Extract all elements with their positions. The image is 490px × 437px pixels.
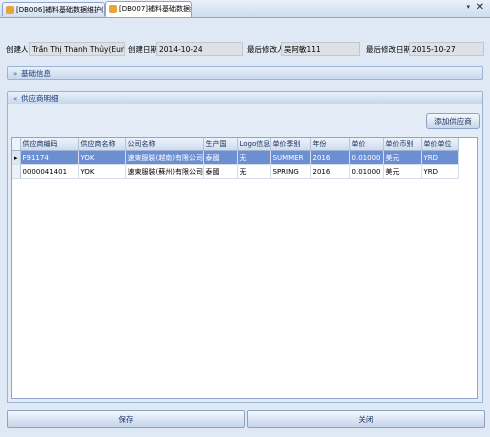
tab-db007[interactable]: [DB007]補料基础数据维护创建页] — [105, 1, 192, 17]
cell-unit-price[interactable]: 0.01000 — [349, 150, 384, 165]
cell-supplier-code[interactable]: 0000041401 — [20, 164, 79, 179]
table-row[interactable]: ▸ F91174 YOK 速東服裝(越南)有限公司 泰國 无 SUMMER 20… — [12, 150, 459, 165]
tab-bar: [DB006]補料基础数据维护(新) [DB007]補料基础数据维护创建页] ✕… — [0, 0, 490, 18]
document-icon — [109, 5, 117, 13]
col-year[interactable]: 年份 — [310, 138, 350, 151]
col-unit-price[interactable]: 单价 — [349, 138, 384, 151]
row-indicator-header — [12, 138, 21, 151]
col-supplier-name[interactable]: 供应商名称 — [78, 138, 126, 151]
cell-company-name[interactable]: 速東服裝(蘇州)有限公司 — [125, 164, 204, 179]
cell-logo-info[interactable]: 无 — [237, 150, 271, 165]
cell-supplier-name[interactable]: YOK — [78, 164, 126, 179]
creator-label: 创建人: — [6, 45, 32, 54]
row-pointer-icon: ▸ — [12, 150, 21, 165]
creator-field: Trần Thị Thanh Thủy(Eunice Tra — [29, 42, 125, 56]
cell-country[interactable]: 泰國 — [203, 164, 238, 179]
cell-supplier-code[interactable]: F91174 — [20, 150, 79, 165]
supplier-detail-header[interactable]: «供应商明细 — [7, 91, 483, 105]
cell-unit-price[interactable]: 0.01000 — [349, 164, 384, 179]
supplier-detail-title: 供应商明细 — [21, 94, 59, 103]
cell-unit[interactable]: YRD — [421, 150, 459, 165]
table-row[interactable]: 0000041401 YOK 速東服裝(蘇州)有限公司 泰國 无 SPRING … — [12, 164, 459, 179]
basic-info-title: 基础信息 — [21, 69, 51, 78]
tab-scroll-icon[interactable]: ▾ — [466, 3, 470, 11]
cell-currency[interactable]: 美元 — [383, 164, 422, 179]
add-supplier-button[interactable]: 添加供应商 — [426, 113, 480, 129]
save-button[interactable]: 保存 — [7, 410, 245, 428]
col-company-name[interactable]: 公司名称 — [125, 138, 204, 151]
cell-price-season[interactable]: SUMMER — [270, 150, 311, 165]
cell-price-season[interactable]: SPRING — [270, 164, 311, 179]
cell-year[interactable]: 2016 — [310, 164, 350, 179]
modified-date-field: 2015-10-27 — [409, 42, 484, 56]
close-button[interactable]: 关闭 — [247, 410, 485, 428]
cell-unit[interactable]: YRD — [421, 164, 459, 179]
cell-supplier-name[interactable]: YOK — [78, 150, 126, 165]
cell-logo-info[interactable]: 无 — [237, 164, 271, 179]
grid-header-row: 供应商编码 供应商名称 公司名称 生产国 Logo信息 单价季别 年份 单价 单… — [12, 138, 459, 151]
col-logo-info[interactable]: Logo信息 — [237, 138, 271, 151]
supplier-grid: 供应商编码 供应商名称 公司名称 生产国 Logo信息 单价季别 年份 单价 单… — [11, 137, 478, 399]
col-currency[interactable]: 单价币别 — [383, 138, 422, 151]
modified-date-label: 最后修改日期: — [366, 45, 414, 54]
tab-db006-label: [DB006]補料基础数据维护(新) — [16, 6, 105, 14]
cell-currency[interactable]: 美元 — [383, 150, 422, 165]
expand-icon: » — [13, 70, 18, 78]
cell-country[interactable]: 泰國 — [203, 150, 238, 165]
created-date-field: 2014-10-24 — [156, 42, 243, 56]
cell-company-name[interactable]: 速東服裝(越南)有限公司 — [125, 150, 204, 165]
close-window-icon[interactable]: ✕ — [476, 2, 484, 13]
col-supplier-code[interactable]: 供应商编码 — [20, 138, 79, 151]
col-country[interactable]: 生产国 — [203, 138, 238, 151]
tab-db007-label: [DB007]補料基础数据维护创建页] — [119, 5, 191, 13]
modifier-field: 吴阿敏111 — [281, 42, 360, 56]
col-price-season[interactable]: 单价季别 — [270, 138, 311, 151]
document-icon — [6, 6, 14, 14]
cell-year[interactable]: 2016 — [310, 150, 350, 165]
tab-db006[interactable]: [DB006]補料基础数据维护(新) — [2, 2, 105, 16]
basic-info-header[interactable]: » 基础信息 — [7, 66, 483, 80]
row-indicator — [12, 164, 21, 179]
col-unit[interactable]: 单价单位 — [421, 138, 459, 151]
